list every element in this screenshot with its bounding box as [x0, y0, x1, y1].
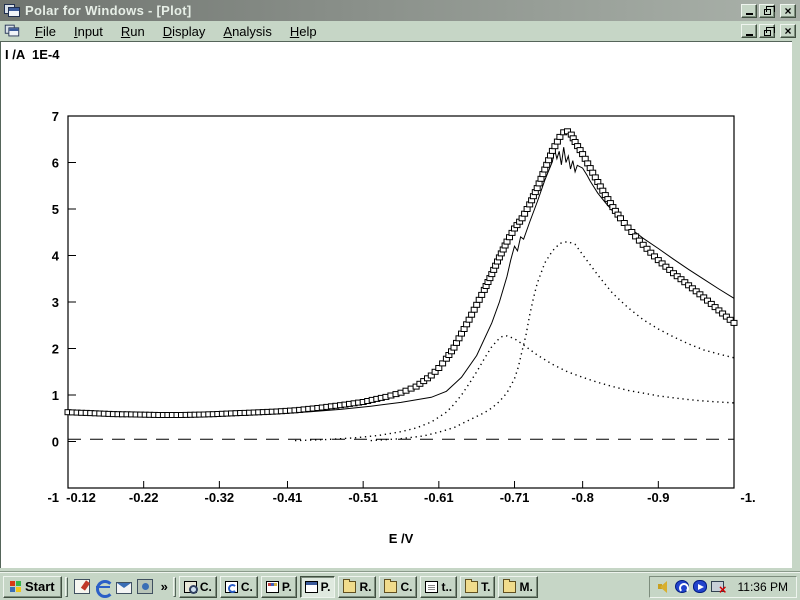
task-button-label: C.	[241, 580, 253, 594]
mdi-restore-button[interactable]	[759, 24, 775, 38]
mdi-minimize-button[interactable]	[741, 24, 757, 38]
close-button[interactable]: ×	[780, 4, 796, 18]
polar-window-icon	[305, 581, 318, 593]
folder-icon	[503, 581, 516, 593]
restore-icon	[764, 9, 771, 15]
task-button-5[interactable]: R.	[338, 576, 376, 598]
screen: Polar for Windows - [Plot] × FileInputRu…	[0, 0, 800, 600]
overflow-chevron-icon[interactable]: »	[159, 579, 170, 594]
taskbar-grip[interactable]	[65, 577, 68, 597]
svg-text:-1: -1	[47, 490, 59, 505]
folder-icon	[343, 581, 356, 593]
svg-text:7: 7	[52, 109, 59, 124]
task-button-3[interactable]: P.	[261, 576, 297, 598]
svg-text:-0.9: -0.9	[647, 490, 669, 505]
taskbar-grip[interactable]	[173, 577, 176, 597]
task-button-label: C.	[400, 580, 412, 594]
mdi-close-button[interactable]: ×	[780, 24, 796, 38]
taskbar-clock: 11:36 PM	[738, 580, 788, 594]
task-buttons: C. C. P. P. R. C. t.. T. M.	[179, 576, 538, 598]
window-controls: ×	[741, 4, 796, 18]
svg-text:5: 5	[52, 202, 59, 217]
menu-item-run[interactable]: Run	[112, 22, 154, 41]
internet-explorer-page-icon	[225, 581, 238, 593]
svg-text:-0.32: -0.32	[205, 490, 235, 505]
task-button-7[interactable]: t..	[420, 576, 457, 598]
menubar: FileInputRunDisplayAnalysisHelp ×	[0, 21, 800, 41]
show-desktop-icon[interactable]	[74, 579, 90, 594]
restore-icon	[764, 30, 771, 36]
start-button[interactable]: Start	[3, 576, 62, 598]
task-button-label: P.	[282, 580, 292, 594]
close-icon: ×	[784, 26, 791, 36]
svg-text:1: 1	[52, 388, 59, 403]
svg-text:0: 0	[52, 435, 59, 450]
plot-client-area: I /A 1E-4 76543210-1-0.12-0.22-0.32-0.41…	[0, 41, 792, 568]
svg-text:-0.41: -0.41	[273, 490, 303, 505]
window-title: Polar for Windows - [Plot]	[25, 3, 192, 18]
find-computer-icon	[184, 581, 197, 593]
menu-item-input[interactable]: Input	[65, 22, 112, 41]
menu-item-help[interactable]: Help	[281, 22, 326, 41]
task-button-label: P.	[321, 580, 331, 594]
task-button-8[interactable]: T.	[460, 576, 495, 598]
svg-text:-0.51: -0.51	[348, 490, 378, 505]
channels-icon[interactable]	[137, 579, 153, 594]
start-label: Start	[25, 579, 55, 594]
taskbar: Start » C. C. P. P. R. C. t.. T. M. 11:36 PM	[0, 572, 800, 600]
menu-item-display[interactable]: Display	[154, 22, 215, 41]
close-icon: ×	[784, 6, 791, 16]
plot-canvas: 7 6 5 4 3 2 1 0 -1 -0.12 -0.22 -0.32 -0.41 -0.51 -0.61…	[1, 42, 792, 569]
quick-launch-bar	[71, 579, 156, 594]
task-button-label: C.	[200, 580, 212, 594]
paint-icon	[266, 581, 279, 593]
task-button-label: R.	[359, 580, 371, 594]
task-button-6[interactable]: C.	[379, 576, 417, 598]
menu-items: FileInputRunDisplayAnalysisHelp	[26, 22, 326, 41]
outlook-express-icon[interactable]	[116, 582, 132, 594]
task-button-label: T.	[481, 580, 490, 594]
app-icon[interactable]	[4, 4, 20, 18]
tray-round-icon-2[interactable]	[693, 580, 707, 593]
svg-text:-0.71: -0.71	[500, 490, 530, 505]
folder-icon	[465, 581, 478, 593]
system-tray: 11:36 PM	[649, 576, 797, 598]
mdi-window-controls: ×	[741, 24, 796, 38]
svg-text:-0.22: -0.22	[129, 490, 159, 505]
windows-logo-icon	[10, 581, 22, 593]
tray-round-icon-1[interactable]	[675, 580, 689, 593]
x-axis-label: E /V	[68, 531, 734, 546]
volume-icon[interactable]	[658, 580, 671, 593]
task-button-label: M.	[519, 580, 532, 594]
task-button-4[interactable]: P.	[300, 576, 336, 598]
menu-item-analysis[interactable]: Analysis	[214, 22, 280, 41]
svg-text:4: 4	[52, 249, 60, 264]
internet-explorer-icon[interactable]	[95, 579, 111, 594]
folder-icon	[384, 581, 397, 593]
menu-item-file[interactable]: File	[26, 22, 65, 41]
task-button-1[interactable]: C.	[179, 576, 217, 598]
task-button-2[interactable]: C.	[220, 576, 258, 598]
window-titlebar: Polar for Windows - [Plot] ×	[0, 0, 800, 21]
svg-text:3: 3	[52, 295, 59, 310]
svg-text:-0.8: -0.8	[571, 490, 593, 505]
task-button-9[interactable]: M.	[498, 576, 537, 598]
svg-text:-0.61: -0.61	[424, 490, 454, 505]
svg-text:-0.12: -0.12	[66, 490, 96, 505]
mdi-child-icon[interactable]	[5, 25, 19, 38]
minimize-button[interactable]	[741, 4, 757, 18]
minimize-icon	[746, 13, 753, 15]
restore-button[interactable]	[759, 4, 775, 18]
minimize-icon	[746, 34, 753, 36]
svg-text:6: 6	[52, 156, 59, 171]
task-button-label: t..	[441, 580, 452, 594]
display-error-icon[interactable]	[711, 581, 724, 592]
notepad-icon	[425, 581, 438, 593]
svg-text:-1.: -1.	[740, 490, 755, 505]
svg-text:2: 2	[52, 342, 59, 357]
